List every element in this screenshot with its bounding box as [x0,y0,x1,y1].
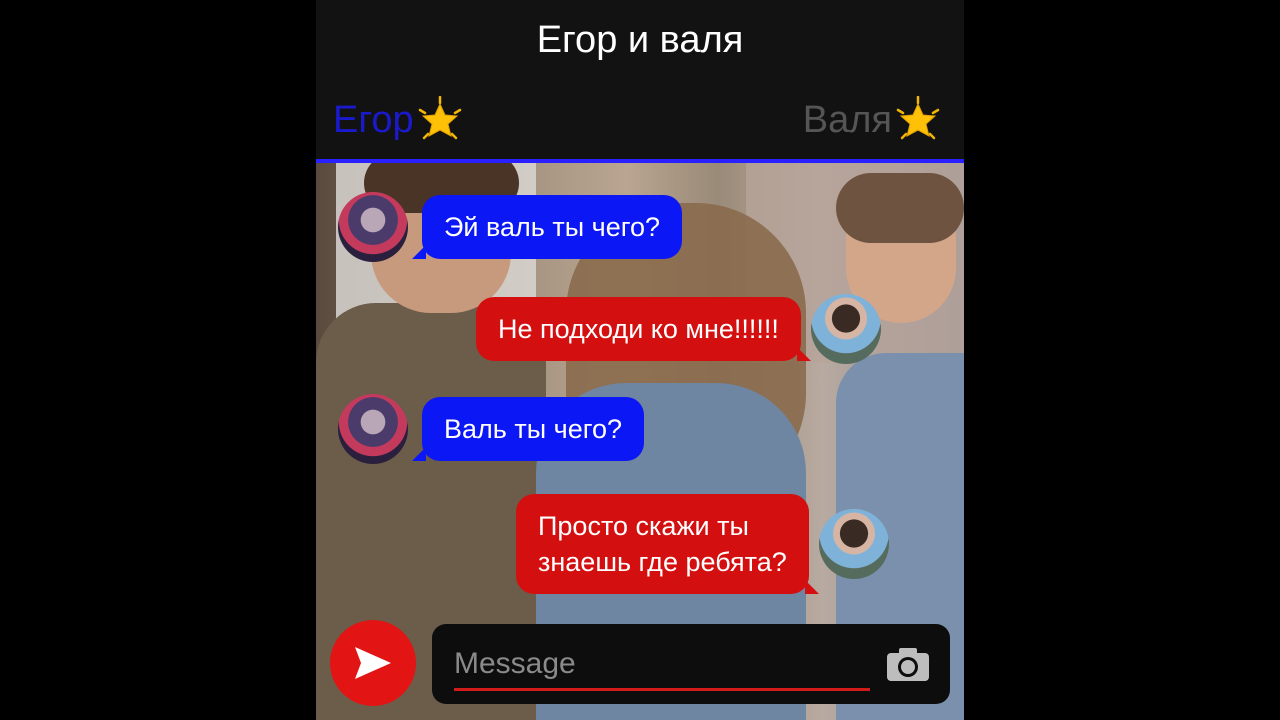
message-bubble[interactable]: Эй валь ты чего? [411,195,683,259]
input-underline [454,688,870,691]
message-outgoing: Просто скажи ты знаешь где ребята? [516,494,889,594]
participant-valya: Валя [803,96,942,144]
message-composer[interactable]: Message [432,624,950,704]
glowing-star-icon [418,96,461,140]
avatar-egor[interactable] [338,394,408,464]
avatar-valya[interactable] [810,294,881,364]
chat-title: Егор и валя [536,19,744,61]
participant-valya-label: Валя [802,99,892,141]
message-bubble[interactable]: Валь ты чего? [412,397,644,461]
message-incoming: Валь ты чего? [338,394,644,464]
message-line: знаешь где ребята? [538,547,787,577]
glowing-star-icon [896,96,940,140]
participant-egor: Егор [333,96,464,144]
send-icon [355,647,391,679]
message-incoming: Эй валь ты чего? [338,192,683,262]
avatar-egor[interactable] [338,192,408,262]
chat-screen: Егор и валя Егор Валя Эй валь ты чего? Н… [316,0,964,720]
message-bubble[interactable]: Просто скажи ты знаешь где ребята? [516,494,819,594]
participant-egor-label: Егор [333,99,414,141]
avatar-valya[interactable] [818,509,889,579]
send-button[interactable] [330,620,416,706]
message-input[interactable]: Message [454,646,576,682]
chat-header: Егор и валя Егор Валя [316,0,964,160]
camera-icon[interactable] [886,646,930,682]
message-bubble[interactable]: Не подходи ко мне!!!!!! [476,297,811,361]
message-line: Просто скажи ты [538,511,749,541]
message-outgoing: Не подходи ко мне!!!!!! [476,294,881,364]
